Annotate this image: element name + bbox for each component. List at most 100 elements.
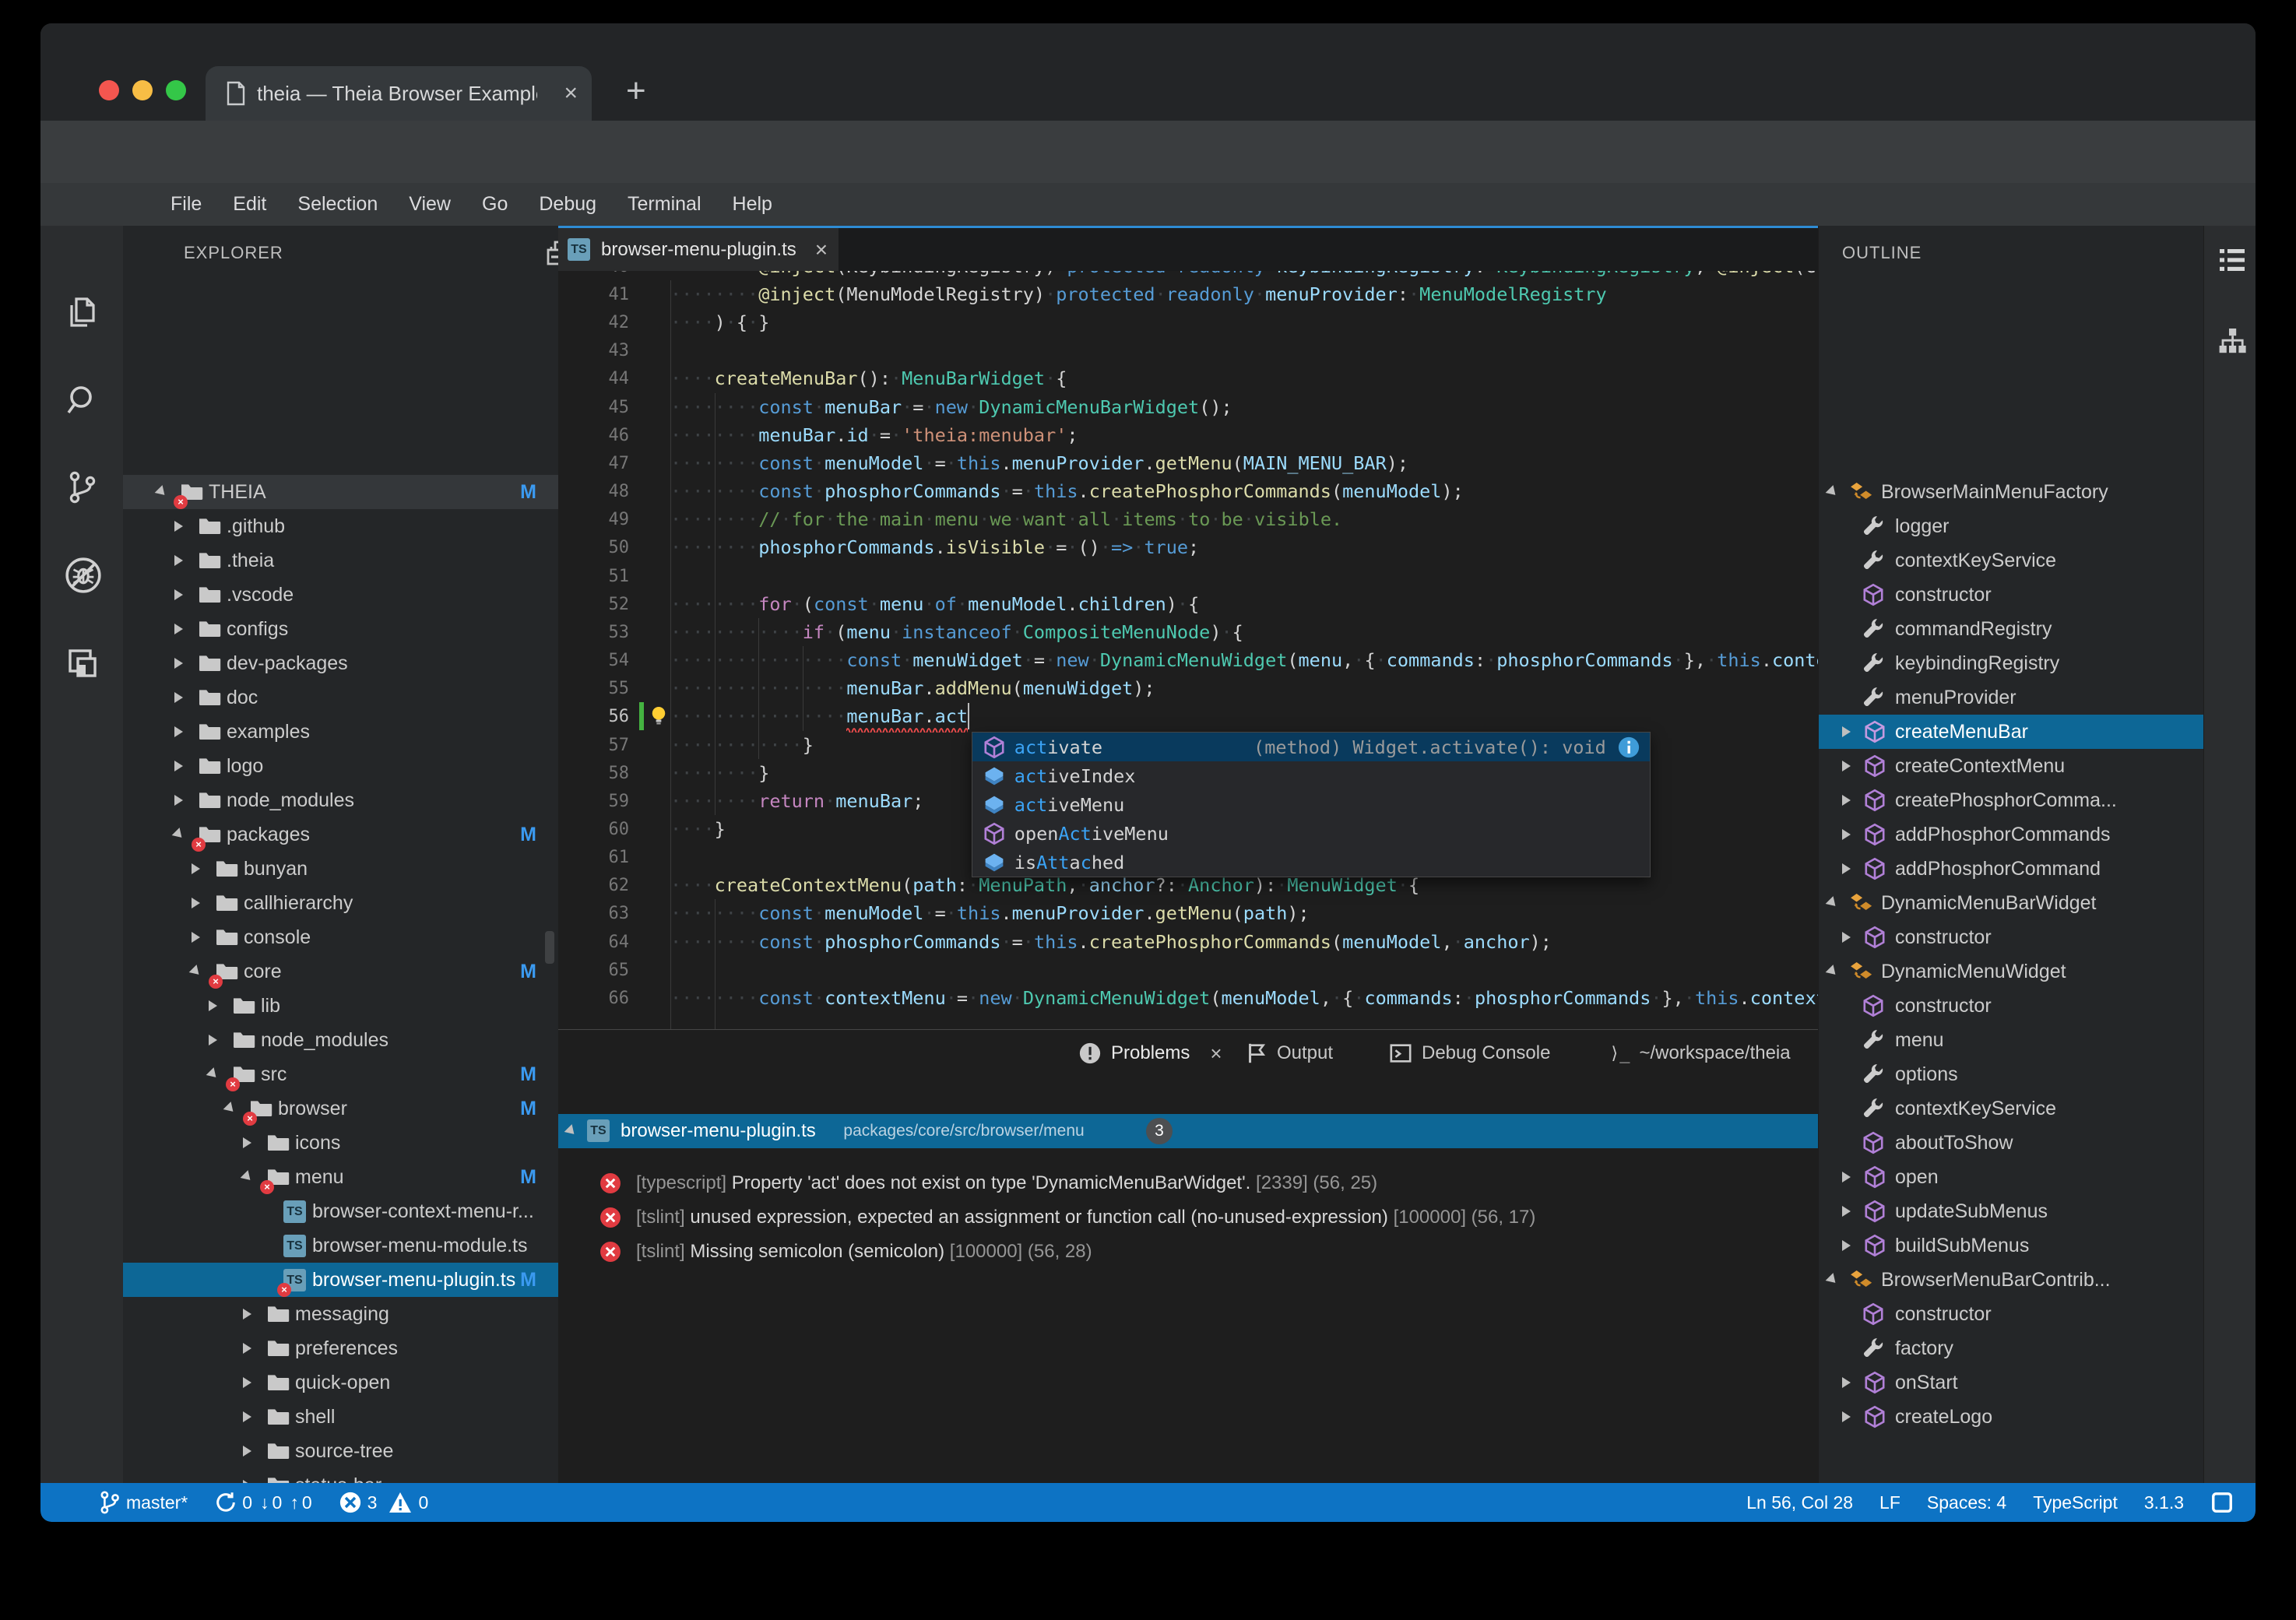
tree-item[interactable]: lib [123, 989, 558, 1023]
chevron-collapsed-icon[interactable] [1842, 1411, 1851, 1422]
search-icon[interactable] [64, 381, 101, 419]
chevron-collapsed-icon[interactable] [1842, 863, 1851, 874]
toggle-panel-icon[interactable] [2210, 1491, 2234, 1514]
chevron-expanded-icon[interactable] [1825, 965, 1840, 979]
outline-item[interactable]: updateSubMenus [1819, 1194, 2204, 1228]
problems-file-row[interactable]: TS browser-menu-plugin.ts packages/core/sr… [558, 1114, 1818, 1148]
menubar-item-debug[interactable]: Debug [523, 193, 612, 216]
chevron-collapsed-icon[interactable] [243, 1309, 251, 1320]
outline-item[interactable]: menu [1819, 1023, 2204, 1057]
chevron-collapsed-icon[interactable] [1842, 1240, 1851, 1251]
problem-row[interactable]: [tslint] unused expression, expected an … [558, 1200, 1818, 1235]
chevron-collapsed-icon[interactable] [174, 555, 183, 566]
panel-tab-output[interactable]: Output [1246, 1030, 1333, 1077]
chevron-collapsed-icon[interactable] [243, 1343, 251, 1354]
close-window-button[interactable] [99, 80, 119, 100]
info-icon[interactable] [1617, 736, 1640, 759]
outline-view-icon[interactable] [2217, 244, 2248, 276]
problem-row[interactable]: [tslint] Missing semicolon (semicolon) [… [558, 1235, 1818, 1269]
chevron-collapsed-icon[interactable] [174, 761, 183, 771]
chevron-expanded-icon[interactable] [171, 828, 186, 842]
tree-item[interactable]: logo [123, 749, 558, 783]
cursor-position-indicator[interactable]: Ln 56, Col 28 [1746, 1492, 1853, 1513]
browser-tab[interactable]: theia — Theia Browser Example × [206, 66, 592, 121]
tree-item[interactable]: node_modules [123, 783, 558, 817]
chevron-collapsed-icon[interactable] [192, 932, 200, 943]
editor-tab-close-icon[interactable]: × [815, 237, 828, 262]
outline-item[interactable]: menuProvider [1819, 680, 2204, 715]
problems-indicator[interactable]: 3 0 [339, 1491, 428, 1514]
outline-item[interactable]: onStart [1819, 1365, 2204, 1400]
panel-tab-problems[interactable]: Problems × [1078, 1030, 1222, 1077]
suggest-item[interactable]: activeMenu [972, 790, 1650, 819]
git-sync-indicator[interactable]: 0 ↓ 0 ↑ 0 [214, 1491, 312, 1514]
panel-tab-terminal[interactable]: ⟩_ ~/workspace/theia [1609, 1030, 1791, 1077]
tree-item[interactable]: bunyan [123, 852, 558, 886]
chevron-expanded-icon[interactable] [188, 965, 203, 979]
editor-tab[interactable]: TS browser-menu-plugin.ts × [558, 228, 839, 271]
tree-item[interactable]: shell [123, 1400, 558, 1434]
files-icon[interactable] [64, 294, 101, 332]
lightbulb-icon[interactable] [647, 705, 670, 728]
chevron-collapsed-icon[interactable] [1842, 1206, 1851, 1217]
tree-item[interactable]: TS × browser-menu-plugin.ts M [123, 1263, 558, 1297]
outline-item[interactable]: BrowserMainMenuFactory [1819, 475, 2204, 509]
tree-item[interactable]: × core M [123, 954, 558, 989]
outline-item[interactable]: constructor [1819, 578, 2204, 612]
chevron-collapsed-icon[interactable] [174, 726, 183, 737]
outline-item[interactable]: buildSubMenus [1819, 1228, 2204, 1263]
menubar-item-terminal[interactable]: Terminal [612, 193, 716, 216]
tree-item[interactable]: console [123, 920, 558, 954]
tree-item[interactable]: × browser M [123, 1091, 558, 1126]
tree-item[interactable]: quick-open [123, 1365, 558, 1400]
tree-item[interactable]: doc [123, 680, 558, 715]
menubar-item-help[interactable]: Help [717, 193, 788, 216]
git-branch-indicator[interactable]: master* [100, 1490, 188, 1515]
tree-item[interactable]: preferences [123, 1331, 558, 1365]
chevron-expanded-icon[interactable] [1825, 485, 1840, 499]
chevron-expanded-icon[interactable] [223, 1102, 237, 1116]
chevron-expanded-icon[interactable] [1825, 896, 1840, 910]
outline-item[interactable]: addPhosphorCommand [1819, 852, 2204, 886]
chevron-collapsed-icon[interactable] [1842, 761, 1851, 771]
tree-item[interactable]: × src M [123, 1057, 558, 1091]
outline-item[interactable]: open [1819, 1160, 2204, 1194]
tree-item[interactable]: .theia [123, 543, 558, 578]
outline-item[interactable]: keybindingRegistry [1819, 646, 2204, 680]
panel-tab-debugconsole[interactable]: Debug Console [1389, 1030, 1550, 1077]
tree-item[interactable]: configs [123, 612, 558, 646]
chevron-collapsed-icon[interactable] [192, 898, 200, 908]
code-editor[interactable]: 40 ········@inject(KeybindingRegistry)·pr… [558, 271, 1818, 1029]
tree-item[interactable]: node_modules [123, 1023, 558, 1057]
outline-item[interactable]: DynamicMenuWidget [1819, 954, 2204, 989]
new-tab-button[interactable]: + [626, 72, 646, 111]
tree-item[interactable]: TS browser-menu-module.ts [123, 1228, 558, 1263]
suggest-item[interactable]: openActiveMenu [972, 819, 1650, 848]
git-icon[interactable] [64, 469, 101, 506]
outline-item[interactable]: commandRegistry [1819, 612, 2204, 646]
chevron-collapsed-icon[interactable] [1842, 795, 1851, 806]
chevron-expanded-icon[interactable] [206, 1067, 220, 1081]
chevron-collapsed-icon[interactable] [174, 624, 183, 634]
outline-item[interactable]: createLogo [1819, 1400, 2204, 1434]
outline-item[interactable]: factory [1819, 1331, 2204, 1365]
browser-tab-close-icon[interactable]: × [564, 80, 578, 107]
chevron-collapsed-icon[interactable] [174, 692, 183, 703]
suggest-item[interactable]: isAttached [972, 848, 1650, 877]
tree-item[interactable]: .github [123, 509, 558, 543]
chevron-expanded-icon[interactable] [1825, 1273, 1840, 1287]
outline-item[interactable]: aboutToShow [1819, 1126, 2204, 1160]
ts-version-indicator[interactable]: 3.1.3 [2144, 1492, 2184, 1513]
outline-item[interactable]: logger [1819, 509, 2204, 543]
chevron-collapsed-icon[interactable] [1842, 1377, 1851, 1388]
tree-item[interactable]: × packages M [123, 817, 558, 852]
tree-item[interactable]: source-tree [123, 1434, 558, 1468]
suggest-item[interactable]: activate (method) Widget.activate(): void [972, 733, 1650, 762]
chevron-collapsed-icon[interactable] [1842, 726, 1851, 737]
chevron-collapsed-icon[interactable] [174, 589, 183, 600]
debug-disabled-icon[interactable] [64, 556, 101, 593]
tree-item[interactable]: × THEIA M [123, 475, 558, 509]
suggest-item[interactable]: activeIndex [972, 761, 1650, 790]
outline-item[interactable]: constructor [1819, 920, 2204, 954]
outline-item[interactable]: contextKeyService [1819, 543, 2204, 578]
